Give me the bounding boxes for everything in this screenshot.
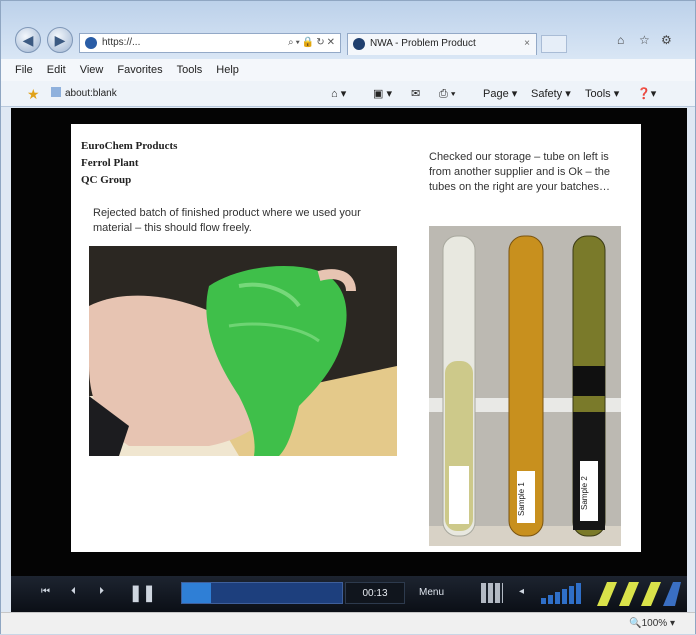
print-icon[interactable]: ⎙ ▾: [439, 81, 455, 107]
help-icon[interactable]: ❓▾: [637, 81, 656, 107]
menu-view[interactable]: View: [80, 59, 104, 81]
brand-logo: [597, 582, 681, 606]
caption-left: Rejected batch of finished product where…: [93, 207, 361, 234]
safety-menu[interactable]: Safety ▾: [531, 81, 571, 107]
progress-bar[interactable]: [181, 582, 343, 604]
test-tubes-photo: Sample 1 Sample 2: [429, 226, 621, 546]
address-text: https://...: [102, 37, 141, 48]
menu-favorites[interactable]: Favorites: [117, 59, 162, 81]
forward-button[interactable]: ▶: [47, 27, 73, 53]
menu-bar: File Edit View Favorites Tools Help: [1, 59, 695, 81]
settings-gear-icon[interactable]: ⚙: [661, 33, 672, 47]
volume-bars[interactable]: [541, 582, 585, 604]
status-bar: 🔍100% ▾: [1, 612, 695, 634]
menu-help[interactable]: Help: [216, 59, 239, 81]
favorites-link[interactable]: about:blank: [51, 81, 117, 107]
progress-fill: [182, 583, 211, 603]
feeds-icon[interactable]: ▣ ▾: [373, 81, 392, 107]
tab-close-icon[interactable]: ×: [524, 34, 530, 54]
tab-active[interactable]: NWA - Problem Product ×: [347, 33, 537, 55]
header-line: EuroChem Products: [81, 140, 178, 152]
page-menu[interactable]: Page ▾: [483, 81, 517, 107]
home-icon[interactable]: ⌂: [617, 33, 624, 47]
skip-back-icon[interactable]: ⏮: [41, 586, 50, 597]
menu-edit[interactable]: Edit: [47, 59, 66, 81]
home-cmd-icon[interactable]: ⌂ ▾: [331, 81, 346, 107]
favorites-star-icon[interactable]: ☆: [639, 33, 650, 47]
address-bar[interactable]: https://... ⌕▾🔒↻✕: [79, 33, 341, 53]
back-button[interactable]: ◀: [15, 27, 41, 53]
command-bar: ★ about:blank ⌂ ▾ ▣ ▾ ✉ ⎙ ▾ Page ▾ Safet…: [1, 81, 695, 107]
site-icon: [85, 37, 97, 49]
title-bar: ◀ ▶ https://... ⌕▾🔒↻✕ NWA - Problem Prod…: [1, 1, 695, 59]
address-tools-icon[interactable]: ⌕▾🔒↻✕: [288, 34, 337, 52]
zoom-icon: 🔍: [629, 618, 642, 629]
slide-header: EuroChem Products Ferrol Plant QC Group: [81, 138, 177, 189]
header-line: QC Group: [81, 174, 132, 186]
prev-icon[interactable]: ⏴: [71, 586, 76, 597]
header-line: Ferrol Plant: [81, 157, 139, 169]
slime-hand-photo: [89, 246, 397, 456]
player-controls: ⏮ ⏴ ⏵ ❚❚ 00:13 Menu ◂: [11, 576, 687, 612]
mail-icon[interactable]: ✉: [411, 81, 420, 107]
new-tab-button[interactable]: [541, 35, 567, 53]
page-content: EuroChem Products Ferrol Plant QC Group …: [11, 108, 687, 576]
tube-label-2: Sample 2: [580, 476, 589, 510]
zoom-level[interactable]: 🔍100% ▾: [629, 613, 675, 635]
pause-icon[interactable]: ❚❚: [129, 583, 156, 603]
menu-tools[interactable]: Tools: [177, 59, 203, 81]
menu-file[interactable]: File: [15, 59, 33, 81]
presentation-slide: EuroChem Products Ferrol Plant QC Group …: [71, 124, 641, 552]
grid-view-icon[interactable]: [481, 583, 503, 603]
time-display: 00:13: [345, 582, 405, 604]
tab-favicon-icon: [353, 38, 365, 50]
favorites-icon[interactable]: ★: [27, 87, 41, 101]
zoom-value: 100%: [641, 618, 668, 629]
tools-menu[interactable]: Tools ▾: [585, 81, 619, 107]
next-icon[interactable]: ⏵: [99, 586, 104, 597]
menu-button[interactable]: Menu: [419, 582, 444, 604]
caption-right: Checked our storage – tube on left is fr…: [429, 151, 610, 193]
tab-title: NWA - Problem Product: [370, 38, 476, 49]
page-icon: [51, 87, 61, 97]
slime-hand-image: [89, 246, 397, 456]
browser-window: ◀ ▶ https://... ⌕▾🔒↻✕ NWA - Problem Prod…: [0, 0, 696, 634]
tube-label-1: Sample 1: [517, 482, 526, 516]
volume-icon[interactable]: ◂: [519, 586, 524, 597]
favorites-link-label: about:blank: [65, 88, 117, 99]
